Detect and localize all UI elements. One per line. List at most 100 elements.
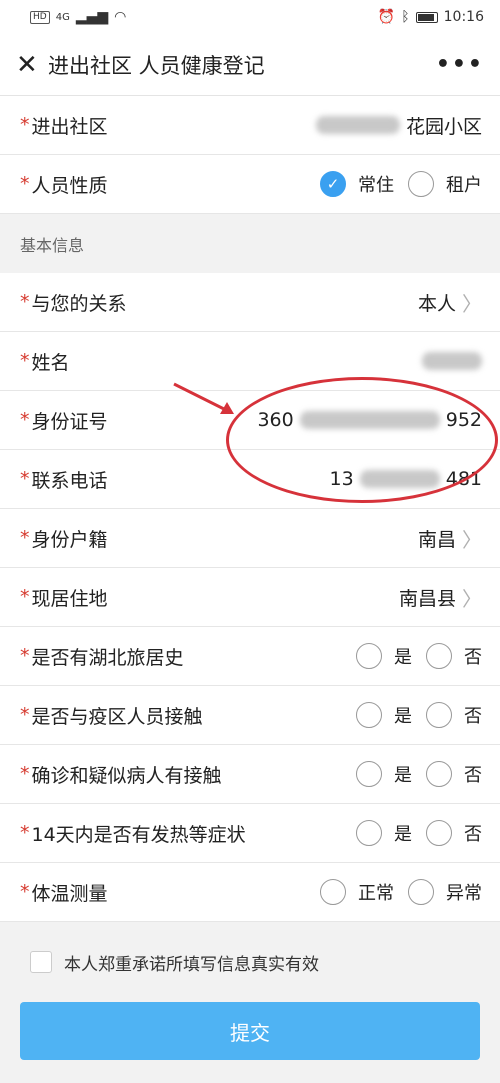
required-star: * bbox=[20, 114, 30, 136]
chevron-right-icon: 〉 bbox=[462, 527, 482, 552]
radio-label: 是 bbox=[394, 765, 412, 786]
radio-circle bbox=[408, 171, 434, 197]
nav-bar: ✕ 进出社区 人员健康登记 ••• bbox=[0, 34, 500, 96]
network-label: 4G bbox=[55, 11, 70, 23]
radio-circle bbox=[408, 879, 434, 905]
radio-circle bbox=[356, 820, 382, 846]
radio-yes[interactable]: 是 bbox=[356, 702, 412, 728]
bluetooth-icon: ᛒ bbox=[401, 9, 410, 25]
clock: 10:16 bbox=[443, 9, 484, 25]
radio-label: 否 bbox=[464, 647, 482, 668]
community-label: 进出社区 bbox=[31, 115, 108, 138]
more-icon[interactable]: ••• bbox=[436, 52, 484, 77]
relation-row[interactable]: * 与您的关系 本人〉 bbox=[0, 273, 500, 332]
agreement-checkbox[interactable] bbox=[30, 951, 52, 973]
required-star: * bbox=[20, 291, 30, 313]
chevron-right-icon: 〉 bbox=[462, 291, 482, 316]
residence-row[interactable]: * 现居住地 南昌县〉 bbox=[0, 568, 500, 627]
radio-resident[interactable]: ✓ 常住 bbox=[320, 171, 394, 197]
signal-icon: ▂▄▆ bbox=[75, 9, 109, 25]
submit-button[interactable]: 提交 bbox=[20, 1002, 480, 1060]
radio-abnormal[interactable]: 异常 bbox=[408, 879, 482, 905]
phone-prefix: 13 bbox=[329, 468, 354, 490]
radio-circle bbox=[426, 643, 452, 669]
required-star: * bbox=[20, 468, 30, 490]
radio-no[interactable]: 否 bbox=[426, 643, 482, 669]
required-star: * bbox=[20, 527, 30, 549]
person-type-row: * 人员性质 ✓ 常住 租户 bbox=[0, 155, 500, 214]
wifi-icon: ◠ bbox=[114, 9, 127, 25]
chevron-right-icon: 〉 bbox=[462, 586, 482, 611]
required-star: * bbox=[20, 645, 30, 667]
required-star: * bbox=[20, 822, 30, 844]
q3-label: 确诊和疑似病人有接触 bbox=[31, 764, 222, 787]
phone-suffix: 481 bbox=[445, 468, 482, 490]
radio-label: 是 bbox=[394, 706, 412, 727]
person-type-label: 人员性质 bbox=[31, 174, 108, 197]
radio-no[interactable]: 否 bbox=[426, 820, 482, 846]
household-value: 南昌 bbox=[417, 528, 456, 551]
q2-row: * 是否与疫区人员接触 是 否 bbox=[0, 686, 500, 745]
residence-label: 现居住地 bbox=[31, 587, 108, 610]
status-bar: HD 4G ▂▄▆ ◠ ⏰ ᛒ 10:16 bbox=[0, 0, 500, 34]
radio-label: 否 bbox=[464, 824, 482, 845]
agreement-text: 本人郑重承诺所填写信息真实有效 bbox=[64, 954, 319, 975]
radio-tenant[interactable]: 租户 bbox=[408, 171, 482, 197]
radio-no[interactable]: 否 bbox=[426, 702, 482, 728]
household-row[interactable]: * 身份户籍 南昌〉 bbox=[0, 509, 500, 568]
radio-label: 否 bbox=[464, 706, 482, 727]
radio-circle bbox=[426, 761, 452, 787]
radio-circle bbox=[426, 820, 452, 846]
required-star: * bbox=[20, 763, 30, 785]
id-number-label: 身份证号 bbox=[31, 410, 108, 433]
radio-circle bbox=[356, 643, 382, 669]
blurred-value bbox=[359, 470, 440, 488]
radio-normal[interactable]: 正常 bbox=[320, 879, 394, 905]
q4-row: * 14天内是否有发热等症状 是 否 bbox=[0, 804, 500, 863]
radio-circle bbox=[426, 702, 452, 728]
hd-badge: HD bbox=[30, 10, 50, 24]
close-icon[interactable]: ✕ bbox=[16, 50, 44, 80]
q3-row: * 确诊和疑似病人有接触 是 否 bbox=[0, 745, 500, 804]
section-basic-info: 基本信息 bbox=[0, 214, 500, 273]
radio-label: 是 bbox=[394, 824, 412, 845]
community-row[interactable]: * 进出社区 花园小区 bbox=[0, 96, 500, 155]
check-icon: ✓ bbox=[320, 171, 346, 197]
name-row[interactable]: * 姓名 bbox=[0, 332, 500, 391]
radio-label: 正常 bbox=[358, 883, 394, 904]
temperature-row: * 体温测量 正常 异常 bbox=[0, 863, 500, 922]
radio-yes[interactable]: 是 bbox=[356, 761, 412, 787]
id-number-row[interactable]: * 身份证号 360 952 bbox=[0, 391, 500, 450]
radio-label: 否 bbox=[464, 765, 482, 786]
required-star: * bbox=[20, 704, 30, 726]
radio-yes[interactable]: 是 bbox=[356, 820, 412, 846]
name-label: 姓名 bbox=[31, 351, 70, 374]
radio-yes[interactable]: 是 bbox=[356, 643, 412, 669]
blurred-value bbox=[422, 352, 482, 370]
residence-value: 南昌县 bbox=[398, 587, 456, 610]
page-title: 进出社区 人员健康登记 bbox=[48, 53, 265, 78]
blurred-value bbox=[299, 411, 440, 429]
relation-label: 与您的关系 bbox=[31, 292, 127, 315]
battery-icon bbox=[415, 11, 438, 23]
radio-label: 常住 bbox=[358, 175, 394, 196]
phone-row[interactable]: * 联系电话 13 481 bbox=[0, 450, 500, 509]
id-prefix: 360 bbox=[257, 409, 294, 431]
phone-label: 联系电话 bbox=[31, 469, 108, 492]
required-star: * bbox=[20, 350, 30, 372]
required-star: * bbox=[20, 173, 30, 195]
required-star: * bbox=[20, 586, 30, 608]
radio-label: 是 bbox=[394, 647, 412, 668]
q2-label: 是否与疫区人员接触 bbox=[31, 705, 203, 728]
blurred-value bbox=[315, 116, 400, 134]
household-label: 身份户籍 bbox=[31, 528, 108, 551]
q1-row: * 是否有湖北旅居史 是 否 bbox=[0, 627, 500, 686]
community-value: 花园小区 bbox=[405, 115, 482, 138]
radio-circle bbox=[356, 761, 382, 787]
radio-circle bbox=[320, 879, 346, 905]
temperature-label: 体温测量 bbox=[31, 882, 108, 905]
required-star: * bbox=[20, 409, 30, 431]
radio-circle bbox=[356, 702, 382, 728]
agreement-row[interactable]: 本人郑重承诺所填写信息真实有效 bbox=[0, 922, 500, 1002]
radio-no[interactable]: 否 bbox=[426, 761, 482, 787]
